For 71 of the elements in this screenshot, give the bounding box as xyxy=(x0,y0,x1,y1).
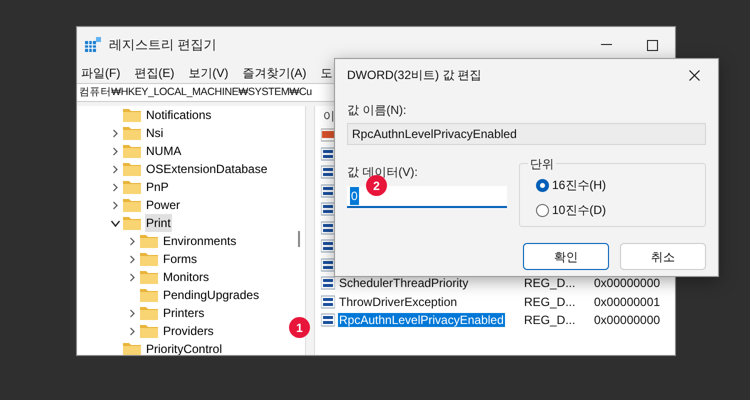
chevron-right-icon[interactable] xyxy=(111,164,120,174)
folder-icon xyxy=(140,252,158,266)
cancel-button[interactable]: 취소 xyxy=(620,243,706,270)
tree-item[interactable]: Forms xyxy=(162,250,198,268)
menu-item[interactable]: 보기(V) xyxy=(188,64,228,82)
value-data: 0x00000000 xyxy=(594,275,660,292)
dialog-title: DWORD(32비트) 값 편집 xyxy=(347,67,482,84)
chevron-right-icon[interactable] xyxy=(128,254,137,264)
menu-item[interactable]: 즐겨찾기(A) xyxy=(242,64,306,82)
radio-label[interactable]: 10진수(D) xyxy=(552,201,606,219)
tree-item[interactable]: Monitors xyxy=(162,268,210,286)
close-icon[interactable] xyxy=(689,70,700,80)
radio-button[interactable] xyxy=(536,178,549,192)
folder-icon xyxy=(123,342,141,355)
tree-item[interactable]: OSExtensionDatabase xyxy=(145,160,268,178)
minimize-icon[interactable] xyxy=(600,44,612,46)
value-name[interactable]: SchedulerThreadPriority xyxy=(338,276,470,290)
folder-icon xyxy=(140,270,158,284)
tree-item[interactable]: Printers xyxy=(162,304,206,322)
menu-item[interactable]: 파일(F) xyxy=(81,64,120,82)
folder-icon xyxy=(140,234,158,248)
tree-item[interactable]: Notifications xyxy=(145,106,212,124)
value-type: REG_D... xyxy=(524,275,576,292)
chevron-right-icon[interactable] xyxy=(128,272,137,282)
selected-value-text: 0 xyxy=(350,187,359,205)
chevron-down-icon[interactable] xyxy=(111,218,120,228)
window-title: 레지스트리 편집기 xyxy=(109,36,217,54)
chevron-right-icon[interactable] xyxy=(111,200,120,210)
value-type: REG_D... xyxy=(524,294,576,311)
folder-icon xyxy=(123,162,141,176)
folder-icon xyxy=(140,288,158,302)
folder-icon xyxy=(140,324,158,338)
radio-button[interactable] xyxy=(536,204,549,216)
folder-icon xyxy=(123,108,141,122)
tree-item[interactable]: NUMA xyxy=(145,142,182,160)
chevron-right-icon[interactable] xyxy=(111,182,120,192)
address-bar[interactable]: 컴퓨터₩HKEY_LOCAL_MACHINE₩SYSTEM₩Cu xyxy=(77,83,334,102)
tree-item[interactable]: Providers xyxy=(162,322,215,340)
value-type: REG_D... xyxy=(524,312,576,330)
menu-item[interactable]: 도 xyxy=(320,64,332,82)
tree-item[interactable]: PendingUpgrades xyxy=(162,286,260,304)
binary-value-icon xyxy=(321,294,335,309)
folder-icon xyxy=(123,126,141,140)
folder-icon xyxy=(123,144,141,158)
folder-icon xyxy=(123,198,141,212)
tree-item[interactable]: PnP xyxy=(145,178,170,196)
chevron-right-icon[interactable] xyxy=(128,236,137,246)
scrollbar-thumb[interactable] xyxy=(298,231,300,247)
binary-value-icon xyxy=(321,313,335,328)
value-data: 0x00000000 xyxy=(594,312,660,330)
maximize-icon[interactable] xyxy=(646,40,658,50)
value-name[interactable]: ThrowDriverException xyxy=(338,294,458,309)
value-data: 0x00000001 xyxy=(594,294,660,311)
tree-item[interactable]: Power xyxy=(145,196,182,214)
chevron-right-icon[interactable] xyxy=(111,128,120,138)
tree-item[interactable]: Nsi xyxy=(145,124,164,142)
folder-icon xyxy=(123,180,141,194)
tree-item[interactable]: Print xyxy=(145,214,172,232)
ok-button[interactable]: 확인 xyxy=(523,243,609,270)
chevron-right-icon[interactable] xyxy=(128,308,137,318)
field-label: 값 이름(N): xyxy=(347,102,408,119)
value-name[interactable]: RpcAuthnLevelPrivacyEnabled xyxy=(338,313,505,328)
chevron-right-icon[interactable] xyxy=(128,326,137,336)
chevron-right-icon[interactable] xyxy=(111,146,120,156)
registry-grid-icon xyxy=(85,37,101,53)
folder-icon xyxy=(140,306,158,320)
menu-item[interactable]: 편집(E) xyxy=(134,64,174,82)
tree-item[interactable]: Environments xyxy=(162,232,238,250)
value-name-field[interactable]: RpcAuthnLevelPrivacyEnabled xyxy=(347,123,706,145)
radio-label[interactable]: 16진수(H) xyxy=(552,176,606,194)
folder-icon xyxy=(123,216,141,230)
